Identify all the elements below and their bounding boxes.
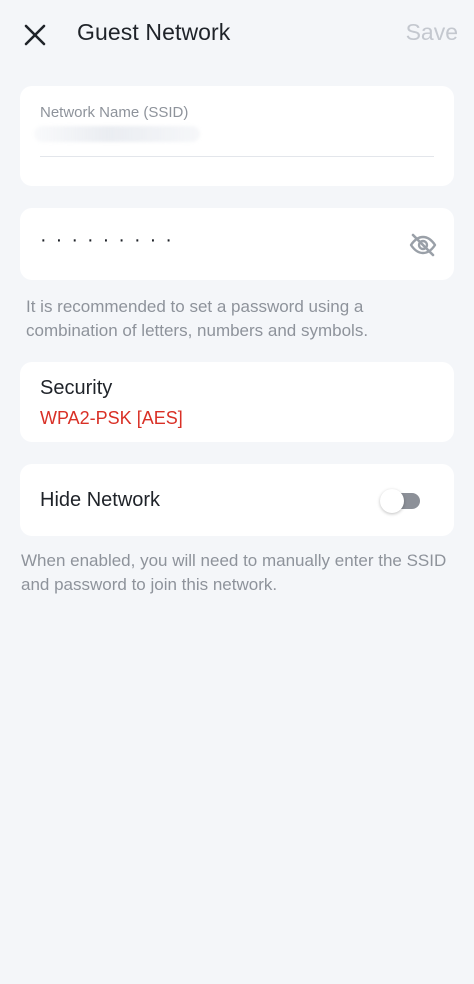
save-button[interactable]: Save: [406, 19, 458, 46]
top-bar: Guest Network Save: [0, 0, 474, 70]
hide-network-hint: When enabled, you will need to manually …: [21, 551, 447, 594]
security-label: Security: [40, 377, 113, 399]
ssid-card: Network Name (SSID): [20, 86, 454, 186]
page-title: Guest Network: [77, 19, 231, 45]
security-value: WPA2-PSK [AES]: [40, 408, 183, 428]
ssid-input-redacted[interactable]: [34, 126, 200, 142]
password-hint: It is recommended to set a password usin…: [26, 297, 369, 340]
hide-network-label: Hide Network: [40, 489, 161, 511]
eye-off-icon[interactable]: [408, 230, 438, 260]
password-input[interactable]: ·········: [40, 230, 181, 250]
toggle-knob: [380, 489, 404, 513]
close-icon[interactable]: [18, 18, 52, 52]
security-row[interactable]: Security WPA2-PSK [AES]: [20, 362, 454, 442]
ssid-underline: [40, 156, 434, 157]
password-card: ·········: [20, 208, 454, 280]
hide-network-toggle[interactable]: [380, 489, 420, 513]
hide-network-row: Hide Network: [20, 464, 454, 536]
ssid-label: Network Name (SSID): [40, 104, 189, 121]
